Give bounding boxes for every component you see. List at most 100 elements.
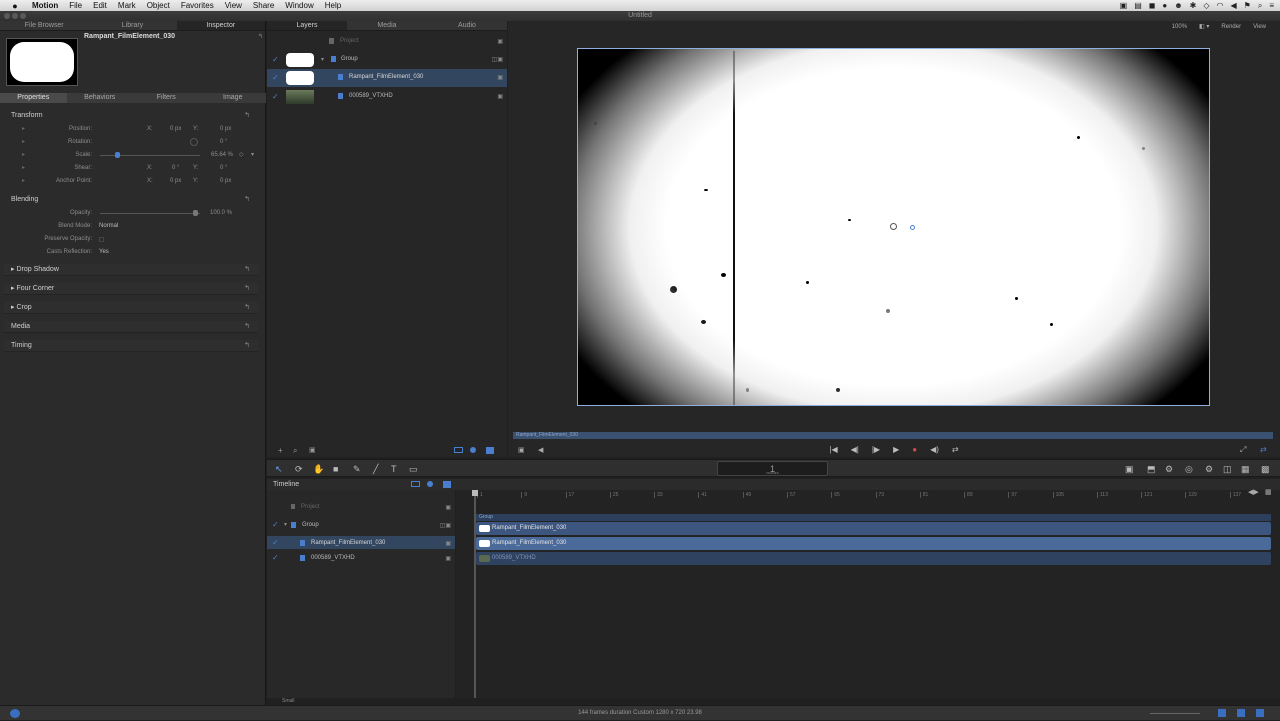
reset-icon[interactable]: ↰ — [244, 302, 250, 314]
canvas-film-element[interactable] — [577, 48, 1210, 406]
rotation-field[interactable]: 0 ° — [220, 137, 227, 148]
camera-icon[interactable]: ▣ — [1120, 1, 1128, 10]
timeline-clip-vtxhd[interactable]: 000589_VTXHD — [476, 552, 1271, 565]
audio-timeline-icon[interactable] — [1256, 709, 1264, 717]
tab-library[interactable]: Library — [88, 21, 176, 30]
opacity-field[interactable]: 100.0 % — [210, 208, 232, 219]
visibility-checkbox[interactable]: ✓ — [272, 553, 279, 562]
layer-options-icon[interactable]: ◫▣ — [440, 522, 451, 529]
tab-audio[interactable]: Audio — [427, 21, 507, 30]
particles-icon[interactable]: ▦ — [1241, 464, 1250, 475]
circle-icon[interactable]: ● — [1162, 1, 1167, 10]
minimize-window-icon[interactable] — [12, 13, 18, 19]
text-tool-icon[interactable]: T — [391, 464, 397, 474]
filters-icon[interactable]: ◎ — [1185, 464, 1193, 475]
reset-icon[interactable]: ↰ — [244, 321, 250, 333]
menu-view[interactable]: View — [225, 1, 242, 10]
effects-icon[interactable]: ⬒ — [1147, 464, 1156, 475]
anchor-x-field[interactable]: 0 px — [170, 176, 181, 187]
opacity-slider-thumb[interactable] — [193, 210, 198, 216]
playhead[interactable] — [474, 490, 476, 698]
timeline-clip-film-element-selected[interactable]: Rampant_FilmElement_030 — [476, 537, 1271, 550]
show-behaviors-icon[interactable] — [470, 447, 476, 453]
layout-icon[interactable]: ▩ — [1261, 464, 1270, 475]
zoom-fit-icon[interactable]: ◀▶ — [1248, 488, 1259, 496]
lock-icon[interactable]: ▣ — [445, 555, 451, 562]
scale-field[interactable]: 65.64 % — [211, 150, 233, 161]
menu-app[interactable]: Motion — [32, 1, 58, 10]
record-icon[interactable]: ● — [912, 445, 917, 454]
blending-section-header[interactable]: Blending ↰ — [4, 194, 258, 206]
visibility-checkbox[interactable]: ✓ — [272, 538, 279, 547]
drop-shadow-section[interactable]: ▸ Drop Shadow ↰ — [4, 264, 258, 276]
disclosure-triangle-icon[interactable]: ▾ — [284, 521, 287, 528]
mini-timeline[interactable]: Rampant_FilmElement_030 — [513, 432, 1273, 439]
paint-stroke-icon[interactable]: ╱ — [373, 464, 378, 475]
adjust-3d-tool-icon[interactable]: ⟳ — [295, 464, 303, 475]
show-masks-icon[interactable] — [411, 481, 420, 487]
next-frame-icon[interactable]: |▶ — [872, 445, 880, 454]
anchor-y-field[interactable]: 0 px — [220, 176, 231, 187]
mask-tool-icon[interactable]: ▭ — [409, 464, 418, 475]
visibility-checkbox[interactable]: ✓ — [272, 520, 279, 529]
tab-file-browser[interactable]: File Browser — [0, 21, 88, 30]
show-filters-icon[interactable] — [486, 447, 494, 454]
layer-row-film-element[interactable]: ✓ Rampant_FilmElement_030 ▣ — [267, 69, 507, 87]
menu-help[interactable]: Help — [325, 1, 341, 10]
view-menu[interactable]: View — [1253, 21, 1266, 33]
menu-window[interactable]: Window — [285, 1, 313, 10]
loop-icon[interactable]: ⇄ — [952, 445, 959, 454]
zoom-level-select[interactable]: 100% — [1172, 21, 1187, 33]
chevron-down-icon[interactable]: ▾ — [251, 150, 254, 161]
info-icon[interactable] — [10, 709, 20, 718]
timeline-menu-icon[interactable]: ▦ — [1265, 488, 1272, 496]
project-row[interactable]: Project ▣ — [267, 35, 507, 47]
tl-row-group[interactable]: ✓ ▾ Group ◫▣ — [267, 518, 455, 531]
timeline-ruler[interactable]: 1 9 17 25 33 41 49 57 65 73 81 89 97 105 113 121 129 137 — [476, 490, 1273, 500]
view-toggle-icon[interactable] — [1218, 709, 1226, 717]
tl-project-row[interactable]: Project ▣ — [267, 500, 455, 513]
thumbnail-toggle-icon[interactable]: ▣ — [309, 446, 316, 454]
tl-row-film-element[interactable]: ✓ Rampant_FilmElement_030 ▣ — [267, 536, 455, 549]
previous-frame-icon[interactable]: ◀| — [851, 445, 859, 454]
opacity-slider-track[interactable] — [100, 213, 200, 214]
lock-icon[interactable]: ▣ — [497, 38, 503, 45]
search-icon[interactable]: ⌕ — [293, 446, 297, 456]
reset-icon[interactable]: ↰ — [244, 264, 250, 276]
menu-edit[interactable]: Edit — [93, 1, 107, 10]
show-behaviors-icon[interactable] — [427, 481, 433, 487]
blend-mode-select[interactable]: Normal — [99, 221, 118, 232]
visibility-checkbox[interactable]: ✓ — [272, 55, 279, 64]
behaviors-icon[interactable]: ⚙ — [1165, 464, 1173, 475]
shape-tool-icon[interactable]: ■ — [333, 464, 338, 474]
group-bar[interactable]: Group — [476, 514, 1271, 521]
four-corner-section[interactable]: ▸ Four Corner ↰ — [4, 283, 258, 295]
media-section[interactable]: Media ↰ — [4, 321, 258, 333]
zoom-window-icon[interactable] — [20, 13, 26, 19]
layer-options-icon[interactable]: ◫▣ — [492, 56, 503, 63]
keyframe-icon[interactable]: ◇ — [239, 150, 244, 161]
pdf-icon[interactable]: ▤ — [1134, 1, 1142, 10]
lock-icon[interactable]: ↰ — [258, 33, 263, 40]
tab-behaviors[interactable]: Behaviors — [67, 93, 134, 103]
generators-icon[interactable]: ⚙ — [1205, 464, 1213, 475]
transform-section-header[interactable]: Transform ↰ — [4, 110, 258, 122]
lock-icon[interactable]: ▣ — [445, 504, 451, 511]
reset-icon[interactable]: ↰ — [244, 340, 250, 352]
select-tool-icon[interactable]: ↖ — [275, 464, 283, 475]
shear-x-field[interactable]: 0 ° — [172, 163, 179, 174]
reset-blending-icon[interactable]: ↰ — [244, 194, 250, 206]
play-range-icon[interactable]: ▣ — [518, 446, 525, 454]
color-channel-icon[interactable]: ◧ ▾ — [1199, 21, 1209, 33]
position-y-field[interactable]: 0 px — [220, 124, 231, 135]
layer-row-group[interactable]: ✓ ▾ Group ◫▣ — [267, 51, 507, 69]
bluetooth-icon[interactable]: ✱ — [1190, 1, 1197, 10]
menu-mark[interactable]: Mark — [118, 1, 136, 10]
tab-inspector[interactable]: Inspector — [176, 21, 265, 30]
app-icon[interactable]: ◼ — [1149, 1, 1156, 10]
flag-icon[interactable]: ⚑ — [1244, 1, 1251, 10]
timecode-display[interactable]: 1 FRAMES — [717, 461, 828, 476]
zoom-size-label[interactable]: Small — [282, 698, 295, 704]
lock-icon[interactable]: ▣ — [497, 74, 503, 81]
pen-tool-icon[interactable]: ✎ — [353, 464, 361, 475]
